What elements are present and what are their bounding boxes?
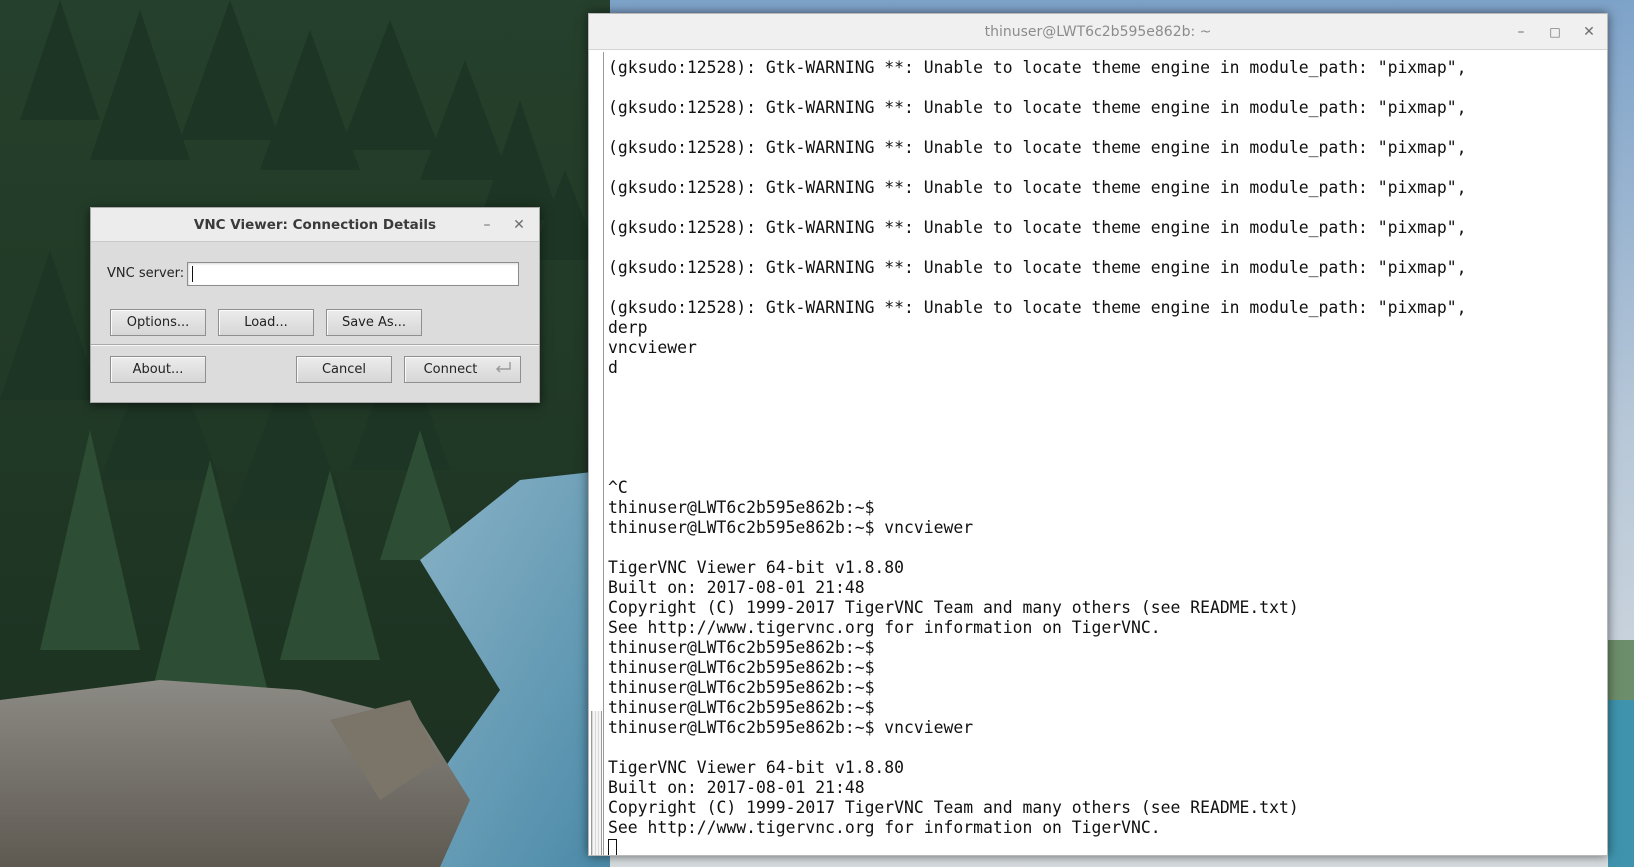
- terminal-line: TigerVNC Viewer 64-bit v1.8.80: [608, 558, 1607, 578]
- terminal-line-text: thinuser@LWT6c2b595e862b:~$: [608, 638, 875, 657]
- terminal-line: (gksudo:12528): Gtk-WARNING **: Unable t…: [608, 218, 1607, 238]
- terminal-cursor: [608, 839, 617, 855]
- terminal-line-text: TigerVNC Viewer 64-bit v1.8.80: [608, 758, 905, 777]
- terminal-line-text: thinuser@LWT6c2b595e862b:~$: [608, 698, 875, 717]
- connect-button-label: Connect: [423, 362, 478, 377]
- terminal-line: See http://www.tigervnc.org for informat…: [608, 618, 1607, 638]
- terminal-line: thinuser@LWT6c2b595e862b:~$ vncviewer: [608, 718, 1607, 738]
- terminal-titlebar[interactable]: thinuser@LWT6c2b595e862b: ~ – □ ✕: [589, 14, 1607, 50]
- about-button[interactable]: About...: [110, 356, 206, 383]
- terminal-line-text: (gksudo:12528): Gtk-WARNING **: Unable t…: [608, 258, 1467, 277]
- terminal-line-text: (gksudo:12528): Gtk-WARNING **: Unable t…: [608, 218, 1467, 237]
- close-icon[interactable]: ✕: [1577, 20, 1601, 44]
- terminal-line-text: thinuser@LWT6c2b595e862b:~$ vncviewer: [608, 718, 974, 737]
- minimize-icon[interactable]: –: [1509, 20, 1533, 44]
- terminal-line: thinuser@LWT6c2b595e862b:~$: [608, 638, 1607, 658]
- terminal-line: Built on: 2017-08-01 21:48: [608, 578, 1607, 598]
- terminal-line: (gksudo:12528): Gtk-WARNING **: Unable t…: [608, 58, 1607, 78]
- close-icon[interactable]: ✕: [507, 213, 531, 237]
- scrollbar-thumb[interactable]: [591, 711, 602, 855]
- terminal-line-text: Built on: 2017-08-01 21:48: [608, 778, 865, 797]
- terminal-title: thinuser@LWT6c2b595e862b: ~: [984, 24, 1212, 40]
- terminal-line-text: thinuser@LWT6c2b595e862b:~$: [608, 678, 875, 697]
- terminal-line: Copyright (C) 1999-2017 TigerVNC Team an…: [608, 798, 1607, 818]
- terminal-line: (gksudo:12528): Gtk-WARNING **: Unable t…: [608, 138, 1607, 158]
- terminal-line: Copyright (C) 1999-2017 TigerVNC Team an…: [608, 598, 1607, 618]
- terminal-line-text: thinuser@LWT6c2b595e862b:~$: [608, 498, 875, 517]
- terminal-line-text: (gksudo:12528): Gtk-WARNING **: Unable t…: [608, 58, 1467, 77]
- terminal-line-text: derp: [608, 318, 648, 337]
- terminal-line: (gksudo:12528): Gtk-WARNING **: Unable t…: [608, 298, 1607, 318]
- vnc-dialog-title: VNC Viewer: Connection Details: [193, 217, 437, 233]
- terminal-line-text: See http://www.tigervnc.org for informat…: [608, 618, 1161, 637]
- maximize-icon[interactable]: □: [1543, 20, 1567, 44]
- terminal-line: thinuser@LWT6c2b595e862b:~$: [608, 678, 1607, 698]
- terminal-line: thinuser@LWT6c2b595e862b:~$: [608, 498, 1607, 518]
- terminal-line-text: d: [608, 358, 618, 377]
- terminal-line-text: Copyright (C) 1999-2017 TigerVNC Team an…: [608, 598, 1299, 617]
- load-button[interactable]: Load...: [218, 309, 314, 336]
- terminal-line: See http://www.tigervnc.org for informat…: [608, 818, 1607, 838]
- terminal-line: thinuser@LWT6c2b595e862b:~$: [608, 698, 1607, 718]
- connect-button[interactable]: Connect: [404, 356, 521, 383]
- terminal-output[interactable]: (gksudo:12528): Gtk-WARNING **: Unable t…: [603, 52, 1607, 855]
- terminal-line: Built on: 2017-08-01 21:48: [608, 778, 1607, 798]
- minimize-icon[interactable]: –: [475, 213, 499, 237]
- vnc-server-label: VNC server:: [107, 266, 185, 281]
- vnc-connection-dialog[interactable]: VNC Viewer: Connection Details – ✕ VNC s…: [90, 207, 540, 403]
- terminal-line-text: (gksudo:12528): Gtk-WARNING **: Unable t…: [608, 138, 1467, 157]
- cancel-button[interactable]: Cancel: [296, 356, 392, 383]
- terminal-line-text: (gksudo:12528): Gtk-WARNING **: Unable t…: [608, 178, 1467, 197]
- terminal-line: d: [608, 358, 1607, 378]
- terminal-line: vncviewer: [608, 338, 1607, 358]
- terminal-line: ^C: [608, 478, 1607, 498]
- terminal-line: TigerVNC Viewer 64-bit v1.8.80: [608, 758, 1607, 778]
- terminal-line: (gksudo:12528): Gtk-WARNING **: Unable t…: [608, 178, 1607, 198]
- enter-key-icon: [496, 362, 511, 373]
- terminal-line-text: thinuser@LWT6c2b595e862b:~$: [608, 658, 875, 677]
- dialog-divider: [91, 344, 539, 346]
- vnc-server-input[interactable]: [187, 262, 519, 286]
- terminal-line: (gksudo:12528): Gtk-WARNING **: Unable t…: [608, 258, 1607, 278]
- terminal-window[interactable]: thinuser@LWT6c2b595e862b: ~ – □ ✕ (gksud…: [588, 13, 1608, 856]
- text-cursor: [192, 266, 193, 282]
- terminal-line-text: See http://www.tigervnc.org for informat…: [608, 818, 1161, 837]
- terminal-lines: (gksudo:12528): Gtk-WARNING **: Unable t…: [608, 58, 1607, 855]
- terminal-line-text: vncviewer: [608, 338, 697, 357]
- terminal-line-text: Copyright (C) 1999-2017 TigerVNC Team an…: [608, 798, 1299, 817]
- save-as-button[interactable]: Save As...: [326, 309, 422, 336]
- terminal-line: thinuser@LWT6c2b595e862b:~$: [608, 658, 1607, 678]
- options-button[interactable]: Options...: [110, 309, 206, 336]
- terminal-line: (gksudo:12528): Gtk-WARNING **: Unable t…: [608, 98, 1607, 118]
- terminal-line-text: ^C: [608, 478, 628, 497]
- terminal-line: derp: [608, 318, 1607, 338]
- vnc-dialog-titlebar[interactable]: VNC Viewer: Connection Details – ✕: [91, 208, 539, 242]
- terminal-scrollbar[interactable]: [589, 52, 603, 855]
- terminal-line-text: TigerVNC Viewer 64-bit v1.8.80: [608, 558, 905, 577]
- terminal-line-text: (gksudo:12528): Gtk-WARNING **: Unable t…: [608, 98, 1467, 117]
- terminal-line-text: Built on: 2017-08-01 21:48: [608, 578, 865, 597]
- terminal-line: [608, 838, 1607, 855]
- terminal-line-text: thinuser@LWT6c2b595e862b:~$ vncviewer: [608, 518, 974, 537]
- terminal-line-text: (gksudo:12528): Gtk-WARNING **: Unable t…: [608, 298, 1467, 317]
- terminal-line: thinuser@LWT6c2b595e862b:~$ vncviewer: [608, 518, 1607, 538]
